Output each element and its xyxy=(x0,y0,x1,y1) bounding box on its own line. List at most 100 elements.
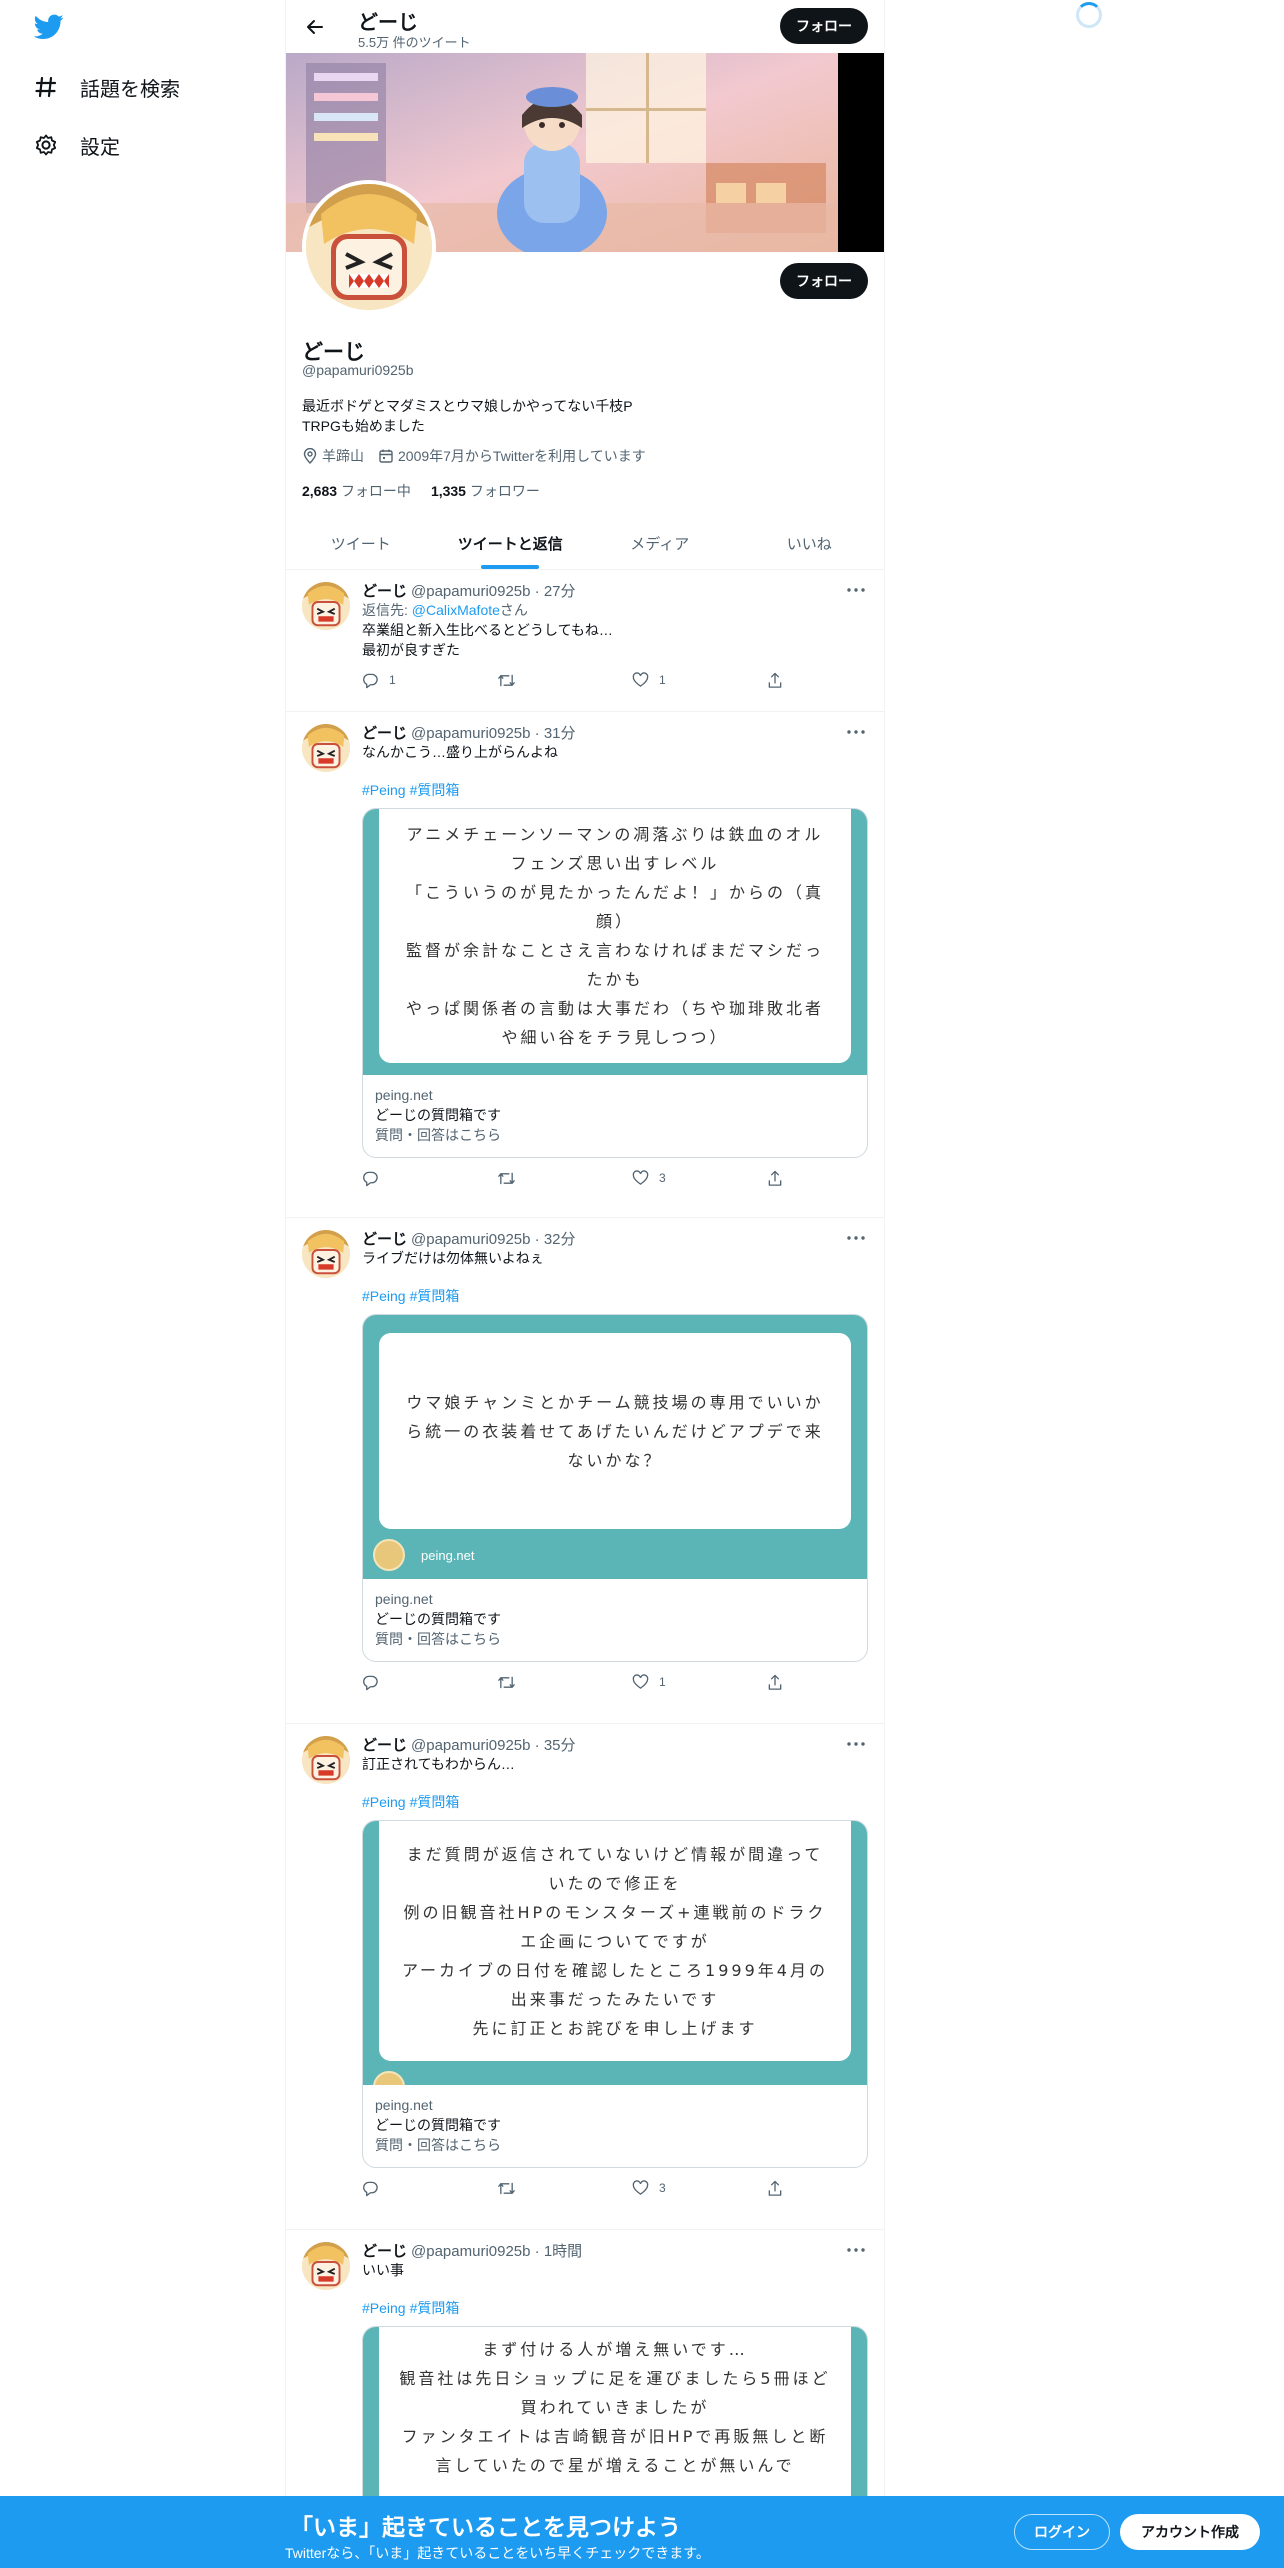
nav-settings[interactable]: 設定 xyxy=(34,125,120,165)
retweet-button[interactable] xyxy=(497,670,632,690)
twitter-logo-icon[interactable] xyxy=(34,14,64,40)
reply-context: 返信先: @CalixMafoteさん xyxy=(362,600,868,620)
tweet-avatar[interactable] xyxy=(302,582,350,630)
heart-icon xyxy=(632,672,649,687)
hashtag-link[interactable]: #質問箱 xyxy=(410,1794,460,1810)
avatar-image xyxy=(302,1736,350,1784)
arrow-left-icon xyxy=(307,20,323,34)
tweet-handle-time[interactable]: @papamuri0925b · 35分 xyxy=(411,1734,576,1755)
reply-prefix: 返信先: xyxy=(362,602,412,618)
tweet[interactable]: どーじ @papamuri0925b · 27分 返信先: @CalixMafo… xyxy=(286,570,884,712)
hashtag-link[interactable]: #質問箱 xyxy=(410,2300,460,2316)
reply-button[interactable]: 1 xyxy=(362,670,497,690)
tweet-handle-time[interactable]: @papamuri0925b · 1時間 xyxy=(411,2240,582,2261)
card-description: 質問・回答はこちら xyxy=(375,1631,501,1647)
reply-mention-link[interactable]: @CalixMafote xyxy=(412,602,500,618)
card-image-text: まだ質問が返信されていないけど情報が間違っていたので修正を 例の旧観音社HPのモ… xyxy=(379,1821,851,2061)
tweet-actions: 1 1 xyxy=(362,670,802,690)
card-image: アニメチェーンソーマンの凋落ぶりは鉄血のオルフェンズ思い出すレベル 「こういうの… xyxy=(363,809,867,1075)
avatar-image xyxy=(302,2242,350,2290)
tweet-avatar[interactable] xyxy=(302,724,350,772)
hashtag-link[interactable]: #Peing xyxy=(362,2300,406,2316)
hashtag-link[interactable]: #Peing xyxy=(362,1288,406,1304)
hashtag-link[interactable]: #Peing xyxy=(362,1794,406,1810)
link-card[interactable]: アニメチェーンソーマンの凋落ぶりは鉄血のオルフェンズ思い出すレベル 「こういうの… xyxy=(362,808,868,1158)
hashtag-link[interactable]: #Peing xyxy=(362,782,406,798)
tweet-author-name[interactable]: どーじ xyxy=(362,580,407,601)
tab-media[interactable]: メディア xyxy=(585,517,735,569)
profile-avatar[interactable] xyxy=(302,180,436,314)
like-button[interactable]: 1 xyxy=(632,1672,767,1692)
reply-button[interactable] xyxy=(362,1672,497,1692)
tweet[interactable]: どーじ @papamuri0925b · 35分 訂正されてもわからん… #Pe… xyxy=(286,1724,884,2230)
profile-joined: 2009年7月からTwitterを利用しています xyxy=(378,446,646,466)
card-meta: peing.net どーじの質問箱です 質問・回答はこちら xyxy=(363,2085,867,2167)
tweet-avatar[interactable] xyxy=(302,1230,350,1278)
tweet-author-name[interactable]: どーじ xyxy=(362,1228,407,1249)
hashtag-link[interactable]: #質問箱 xyxy=(410,1288,460,1304)
profile-column: どーじ 5.5万 件のツイート フォロー フォロー どーじ @papamuri0… xyxy=(285,0,885,2568)
retweet-button[interactable] xyxy=(497,2178,632,2198)
reply-icon xyxy=(363,1171,378,1186)
tweet-body: どーじ @papamuri0925b · 35分 訂正されてもわからん… #Pe… xyxy=(362,1734,868,2198)
nav-explore-label: 話題を検索 xyxy=(80,78,180,101)
tweet-avatar[interactable] xyxy=(302,1736,350,1784)
tweet-actions: 3 xyxy=(362,2178,802,2198)
card-image-site: peing.net xyxy=(373,1539,475,1571)
card-description: 質問・回答はこちら xyxy=(375,2137,501,2153)
share-button[interactable] xyxy=(767,1672,802,1692)
avatar-image xyxy=(302,724,350,772)
more-options-icon[interactable] xyxy=(844,1226,868,1250)
more-options-icon[interactable] xyxy=(844,720,868,744)
card-description: 質問・回答はこちら xyxy=(375,1127,501,1143)
tweet-handle-time[interactable]: @papamuri0925b · 32分 xyxy=(411,1228,576,1249)
login-button[interactable]: ログイン xyxy=(1014,2514,1110,2550)
tweet-handle-time[interactable]: @papamuri0925b · 27分 xyxy=(411,580,576,601)
profile-follow-button[interactable]: フォロー xyxy=(780,263,868,299)
tweet-handle-time[interactable]: @papamuri0925b · 31分 xyxy=(411,722,576,743)
tab-likes[interactable]: いいね xyxy=(735,517,885,569)
tab-tweets-and-replies[interactable]: ツイートと返信 xyxy=(436,517,586,569)
tweet-avatar[interactable] xyxy=(302,2242,350,2290)
tweet-author-name[interactable]: どーじ xyxy=(362,1734,407,1755)
tweet-text: なんかこう…盛り上がらんよね xyxy=(362,744,558,760)
tab-tweets[interactable]: ツイート xyxy=(286,517,436,569)
tweet-text: 卒業組と新入生比べるとどうしてもね… 最初が良すぎた xyxy=(362,622,613,658)
more-options-icon[interactable] xyxy=(844,1732,868,1756)
tweet[interactable]: どーじ @papamuri0925b · 32分 ライブだけは勿体無いよねぇ #… xyxy=(286,1218,884,1724)
like-button[interactable]: 3 xyxy=(632,1168,767,1188)
card-title: どーじの質問箱です xyxy=(375,1107,501,1123)
tweet-author-name[interactable]: どーじ xyxy=(362,2240,407,2261)
reply-button[interactable] xyxy=(362,1168,497,1188)
retweet-button[interactable] xyxy=(497,1672,632,1692)
followers-link[interactable]: 1,335 フォロワー xyxy=(431,481,540,501)
like-count: 1 xyxy=(659,673,666,687)
hashtag-icon xyxy=(34,75,58,99)
retweet-button[interactable] xyxy=(497,1168,632,1188)
header-follow-button[interactable]: フォロー xyxy=(780,8,868,44)
avatar-image xyxy=(306,184,432,310)
link-card[interactable]: まだ質問が返信されていないけど情報が間違っていたので修正を 例の旧観音社HPのモ… xyxy=(362,1820,868,2168)
like-button[interactable]: 1 xyxy=(632,670,767,690)
share-icon xyxy=(768,1674,782,1690)
share-button[interactable] xyxy=(767,670,802,690)
link-card[interactable]: ウマ娘チャンミとかチーム競技場の専用でいいから統一の衣装着せてあげたいんだけどア… xyxy=(362,1314,868,1662)
more-options-icon[interactable] xyxy=(844,578,868,602)
tweet-header: どーじ @papamuri0925b · 27分 xyxy=(362,580,868,600)
tweet-body: どーじ @papamuri0925b · 27分 返信先: @CalixMafo… xyxy=(362,580,868,690)
like-button[interactable]: 3 xyxy=(632,2178,767,2198)
following-link[interactable]: 2,683 フォロー中 xyxy=(302,481,411,501)
tweet[interactable]: どーじ @papamuri0925b · 31分 なんかこう…盛り上がらんよね … xyxy=(286,712,884,1218)
tweet-author-name[interactable]: どーじ xyxy=(362,722,407,743)
hashtag-link[interactable]: #質問箱 xyxy=(410,782,460,798)
tweet-hashtags: #Peing #質問箱 xyxy=(362,1792,868,1812)
share-button[interactable] xyxy=(767,1168,802,1188)
reply-button[interactable] xyxy=(362,2178,497,2198)
share-button[interactable] xyxy=(767,2178,802,2198)
nav-explore[interactable]: 話題を検索 xyxy=(34,67,180,107)
back-button[interactable] xyxy=(298,10,332,44)
like-count: 3 xyxy=(659,1171,666,1185)
create-account-button[interactable]: アカウント作成 xyxy=(1120,2514,1260,2550)
tweet-body: どーじ @papamuri0925b · 31分 なんかこう…盛り上がらんよね … xyxy=(362,722,868,1188)
more-options-icon[interactable] xyxy=(844,2238,868,2262)
